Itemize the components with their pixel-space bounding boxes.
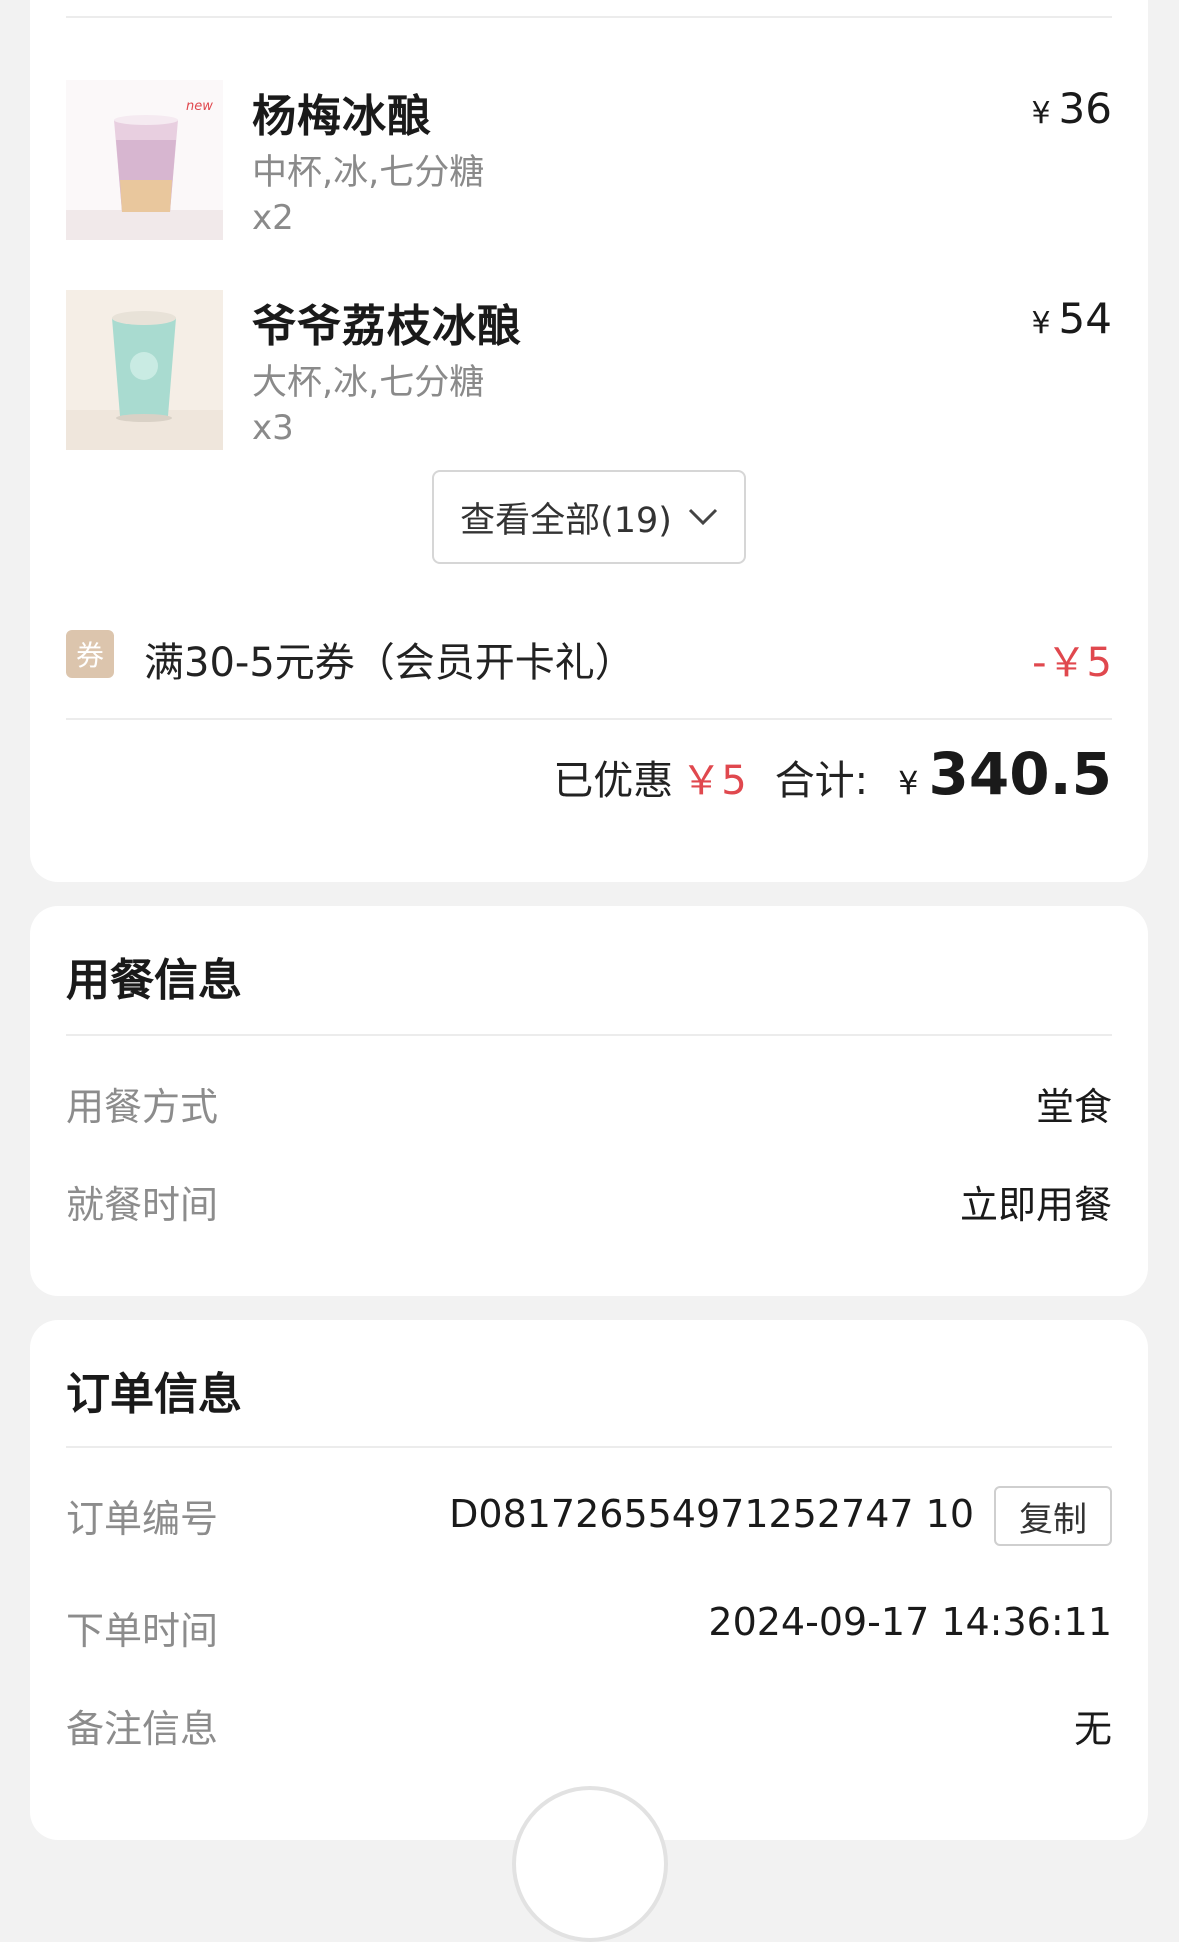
currency-symbol: ¥	[898, 764, 919, 802]
dining-time-value: 立即用餐	[959, 1183, 1112, 1227]
order-remark-value: 无	[1073, 1707, 1112, 1751]
dining-time-label: 就餐时间	[66, 1183, 219, 1227]
product-thumbnail	[66, 290, 223, 450]
section-title: 订单信息	[66, 1369, 242, 1420]
product-spec: 大杯,冰,七分糖	[252, 363, 485, 403]
section-title: 用餐信息	[66, 955, 242, 1006]
view-all-button[interactable]: 查看全部(19)	[432, 470, 746, 564]
dining-method-label: 用餐方式	[66, 1085, 219, 1129]
product-quantity: x3	[252, 408, 294, 448]
section-divider	[66, 1034, 1112, 1036]
order-number-label: 订单编号	[66, 1497, 219, 1541]
order-time-value: 2024-09-17 14:36:11	[708, 1600, 1112, 1644]
order-remark-label: 备注信息	[66, 1707, 219, 1751]
order-items-card: new 杨梅冰酿 中杯,冰,七分糖 x2 ¥36 爷爷荔枝冰酿 大杯,冰,七分糖…	[30, 0, 1148, 882]
order-time-label: 下单时间	[66, 1609, 219, 1653]
copy-button[interactable]: 复制	[994, 1486, 1112, 1546]
product-price: ¥54	[1031, 294, 1112, 343]
product-quantity: x2	[252, 198, 294, 238]
product-price: ¥36	[1031, 84, 1112, 133]
currency-symbol: ¥	[1031, 306, 1051, 341]
order-summary: 已优惠 ￥5 合计: ¥ 340.5	[553, 740, 1112, 808]
product-spec: 中杯,冰,七分糖	[252, 153, 485, 193]
currency-symbol: ¥	[1031, 96, 1051, 131]
discount-label: 已优惠	[553, 758, 674, 804]
product-item[interactable]: 爷爷荔枝冰酿 大杯,冰,七分糖 x3 ¥54	[66, 290, 1112, 470]
coupon-description: 满30-5元券（会员开卡礼）	[144, 640, 635, 686]
chevron-down-icon	[688, 508, 717, 526]
dining-info-card: 用餐信息 用餐方式 堂食 就餐时间 立即用餐	[30, 906, 1148, 1296]
product-thumbnail: new	[66, 80, 223, 240]
total-label: 合计:	[774, 758, 869, 804]
order-info-card: 订单信息 订单编号 D081726554971252747 10 复制 下单时间…	[30, 1320, 1148, 1840]
section-divider	[66, 1446, 1112, 1448]
view-all-label: 查看全部(19)	[460, 500, 672, 541]
order-number-value: D081726554971252747 10	[449, 1492, 974, 1536]
coupon-icon: 券	[66, 630, 114, 678]
brand-logo-icon	[512, 1786, 668, 1942]
product-name: 杨梅冰酿	[252, 91, 432, 142]
coupon-divider	[66, 718, 1112, 720]
top-divider	[66, 16, 1112, 18]
product-name: 爷爷荔枝冰酿	[252, 301, 522, 352]
new-tag-text: new	[186, 99, 213, 114]
discount-value: ￥5	[681, 758, 747, 804]
coupon-amount: -￥5	[1032, 640, 1112, 686]
dining-method-value: 堂食	[1035, 1085, 1112, 1129]
product-item[interactable]: new 杨梅冰酿 中杯,冰,七分糖 x2 ¥36	[66, 80, 1112, 260]
total-amount: 340.5	[928, 740, 1112, 808]
